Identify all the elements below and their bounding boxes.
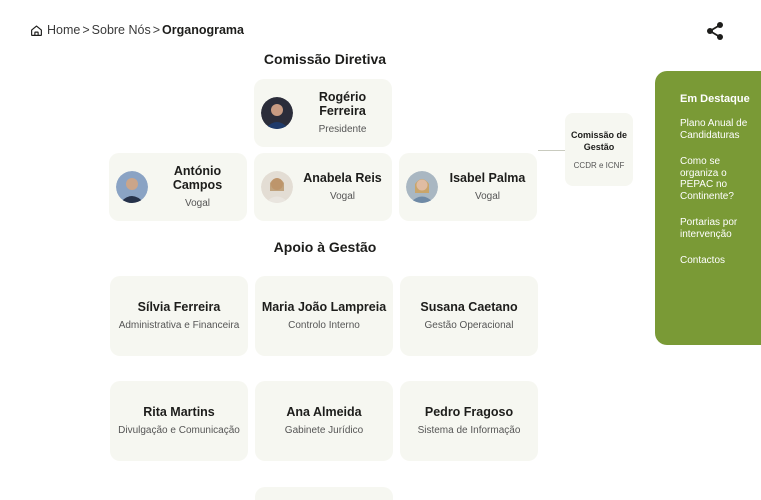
org-card-support[interactable]: Rita Martins Divulgação e Comunicação (110, 381, 248, 461)
highlight-link[interactable]: Plano Anual de Candidaturas (680, 118, 751, 141)
side-card-subtitle: CCDR e ICNF (573, 161, 625, 170)
member-role: Vogal (474, 190, 501, 202)
breadcrumb: Home > Sobre Nós > Organograma (30, 23, 244, 37)
member-name: Sílvia Ferreira (137, 299, 221, 314)
member-name: Susana Caetano (420, 299, 518, 314)
member-role: Administrativa e Financeira (118, 319, 240, 331)
connector-line (538, 150, 565, 151)
member-role: Sistema de Informação (417, 424, 521, 436)
member-name: Rita Martins (143, 404, 215, 419)
member-name: Maria João Lampreia (261, 299, 387, 314)
member-name: Ana Almeida (286, 404, 362, 419)
avatar (406, 171, 438, 203)
highlight-panel: Em Destaque Plano Anual de Candidaturas … (655, 71, 761, 345)
highlight-title: Em Destaque (680, 93, 750, 105)
breadcrumb-about-link[interactable]: Sobre Nós (92, 23, 151, 37)
org-card-support[interactable]: Susana Caetano Gestão Operacional (400, 276, 538, 356)
org-card-member[interactable]: Anabela Reis Vogal (254, 153, 392, 221)
member-role: Presidente (318, 123, 367, 135)
side-card-title: Comissão de Gestão (570, 130, 628, 152)
member-role: Gabinete Jurídico (284, 424, 364, 436)
member-role: Vogal (184, 197, 211, 209)
highlight-link[interactable]: Como se organiza o PEPAC no Continente? (680, 156, 751, 202)
org-card-support[interactable] (255, 487, 393, 500)
avatar (116, 171, 148, 203)
org-card-support[interactable]: Ana Almeida Gabinete Jurídico (255, 381, 393, 461)
member-role: Gestão Operacional (424, 319, 514, 331)
section-title-support: Apoio à Gestão (273, 239, 377, 255)
org-card-management-commission[interactable]: Comissão de Gestão CCDR e ICNF (565, 113, 633, 186)
org-card-president[interactable]: Rogério Ferreira Presidente (254, 79, 392, 147)
member-role: Controlo Interno (288, 319, 360, 331)
org-card-support[interactable]: Pedro Fragoso Sistema de Informação (400, 381, 538, 461)
breadcrumb-separator: > (152, 23, 161, 37)
member-name: Anabela Reis (303, 170, 382, 185)
avatar (261, 97, 293, 129)
share-icon[interactable] (705, 21, 725, 41)
breadcrumb-current: Organograma (162, 23, 244, 37)
member-role: Vogal (329, 190, 356, 202)
member-name: Isabel Palma (449, 170, 526, 185)
highlight-link[interactable]: Contactos (680, 255, 751, 267)
member-role: Divulgação e Comunicação (118, 424, 240, 436)
org-card-support[interactable]: Maria João Lampreia Controlo Interno (255, 276, 393, 356)
breadcrumb-separator: > (82, 23, 90, 37)
org-card-support[interactable]: Sílvia Ferreira Administrativa e Finance… (110, 276, 248, 356)
home-icon[interactable] (30, 24, 43, 37)
avatar (261, 171, 293, 203)
highlight-link[interactable]: Portarias por intervenção (680, 217, 751, 240)
member-name: António Campos (172, 163, 223, 192)
member-name: Pedro Fragoso (424, 404, 514, 419)
member-name: Rogério Ferreira (318, 89, 367, 118)
section-title-direction: Comissão Diretiva (263, 51, 387, 67)
org-card-member[interactable]: António Campos Vogal (109, 153, 247, 221)
org-card-member[interactable]: Isabel Palma Vogal (399, 153, 537, 221)
breadcrumb-home-link[interactable]: Home (47, 23, 80, 37)
